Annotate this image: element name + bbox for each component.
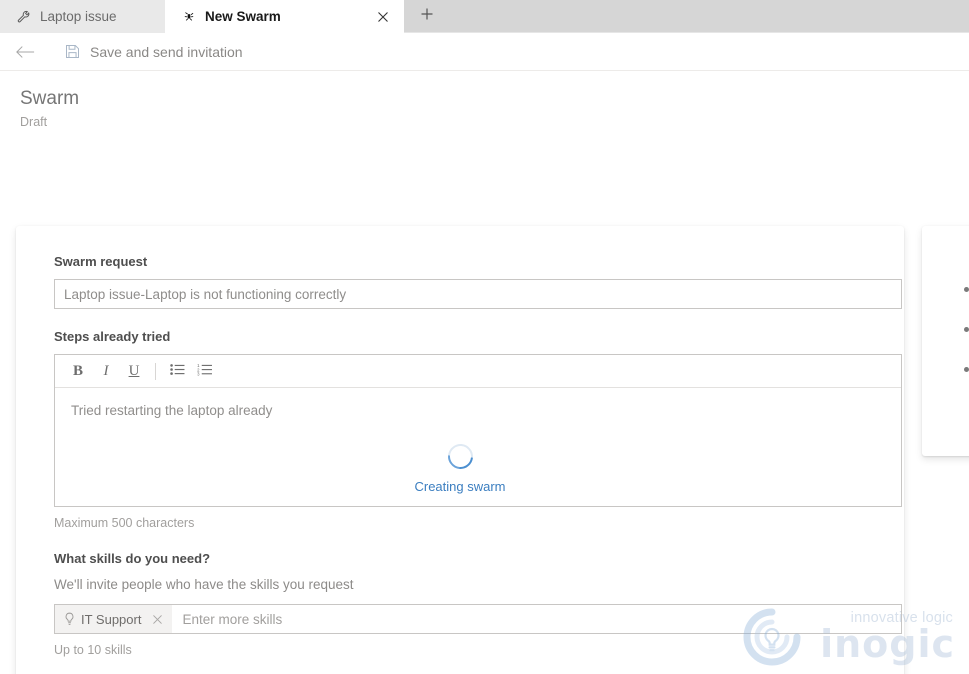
page-title: Swarm [20, 88, 80, 109]
skill-chip-it-support[interactable]: IT Support [55, 605, 173, 633]
lightbulb-icon [63, 612, 76, 627]
bold-button[interactable]: B [65, 358, 91, 384]
swarm-request-field: Swarm request [54, 254, 902, 309]
steps-helper-text: Maximum 500 characters [54, 516, 195, 530]
underline-button[interactable]: U [121, 358, 147, 384]
tab-new-swarm[interactable]: New Swarm [165, 0, 404, 33]
skills-input[interactable] [172, 605, 901, 633]
swarm-request-input[interactable] [54, 279, 902, 309]
side-bullet-list [960, 282, 969, 402]
numbered-list-button[interactable]: 1 2 3 [192, 358, 218, 384]
save-and-send-invitation-button[interactable]: Save and send invitation [52, 35, 255, 69]
remove-skill-icon[interactable] [146, 606, 168, 632]
svg-text:3: 3 [197, 371, 200, 376]
editor-content-area[interactable]: Tried restarting the laptop already [55, 388, 901, 506]
steps-already-tried-label: Steps already tried [54, 329, 171, 344]
skills-field: What skills do you need? We'll invite pe… [54, 551, 902, 658]
skills-picker[interactable]: IT Support [54, 604, 902, 634]
editor-content-text: Tried restarting the laptop already [71, 403, 273, 418]
tab-label: New Swarm [205, 9, 281, 24]
wrench-icon [16, 9, 31, 24]
save-button-label: Save and send invitation [90, 43, 243, 60]
list-item [960, 362, 969, 402]
numbered-list-icon: 1 2 3 [197, 363, 213, 379]
swarm-form-card: Swarm request Steps already tried B I U [16, 226, 904, 674]
swarm-icon [181, 9, 196, 24]
list-item [960, 282, 969, 322]
side-info-card [922, 226, 969, 456]
editor-toolbar: B I U 1 2 3 [55, 355, 901, 388]
page-status-label: Draft [20, 115, 48, 129]
skill-chip-label: IT Support [81, 611, 142, 627]
browser-tab-strip: Laptop issue New Swarm [0, 0, 969, 33]
close-icon[interactable] [372, 6, 394, 28]
tab-label: Laptop issue [40, 9, 117, 24]
tab-laptop-issue[interactable]: Laptop issue [0, 0, 165, 33]
back-arrow-icon[interactable] [8, 35, 42, 69]
list-item [960, 322, 969, 362]
bulleted-list-icon [169, 363, 185, 379]
italic-button[interactable]: I [93, 358, 119, 384]
page-header: Swarm Draft [0, 71, 969, 140]
plus-icon [419, 6, 435, 27]
swarm-request-label: Swarm request [54, 254, 148, 269]
new-tab-button[interactable] [404, 0, 450, 32]
skills-label: What skills do you need? [54, 551, 211, 566]
steps-already-tried-field: Steps already tried B I U 1 2 3 Tried re… [54, 329, 902, 531]
skills-helper-text: Up to 10 skills [54, 643, 132, 657]
toolbar-divider [155, 362, 156, 380]
skills-sublabel: We'll invite people who have the skills … [54, 577, 354, 592]
save-icon [64, 44, 80, 60]
bulleted-list-button[interactable] [164, 358, 190, 384]
page-body: Swarm Draft Swarm request Steps already … [0, 71, 969, 674]
rich-text-editor: B I U 1 2 3 Tried restarting the laptop … [54, 354, 902, 507]
command-bar: Save and send invitation [0, 33, 969, 71]
